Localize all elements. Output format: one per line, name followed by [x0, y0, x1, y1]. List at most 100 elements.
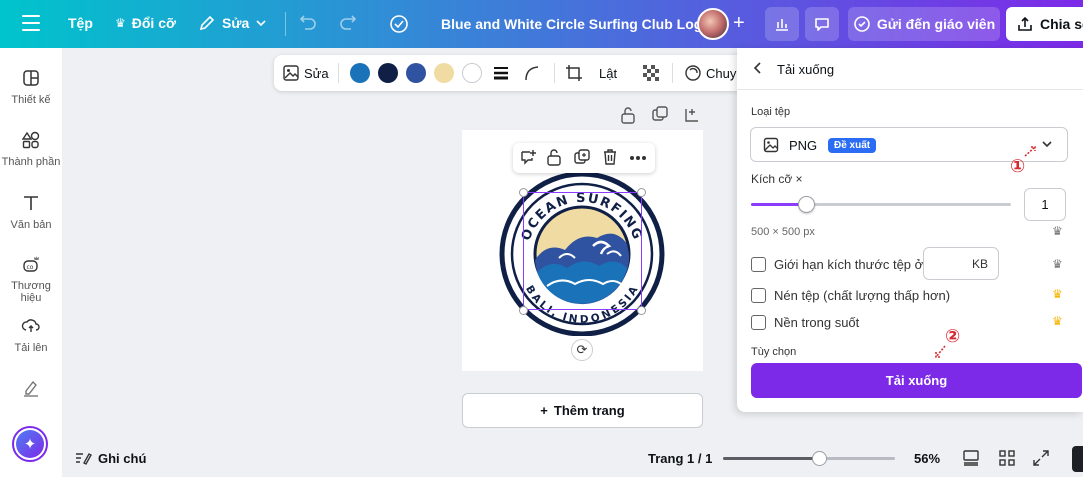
sidebar-item-label: Thương hiệu: [11, 280, 51, 304]
draw-icon: [24, 380, 38, 397]
kb-input[interactable]: KB: [923, 247, 999, 280]
rotate-handle[interactable]: ⟳: [571, 339, 593, 361]
limit-size-label: Giới hạn kích thước tệp ở: [774, 257, 924, 272]
file-menu[interactable]: Tệp: [68, 15, 93, 31]
divider: [285, 12, 286, 36]
trash-icon[interactable]: [602, 148, 618, 166]
compress-option[interactable]: Nén tệp (chất lượng thấp hơn): [751, 288, 950, 303]
pencil-icon: [199, 15, 215, 31]
fullscreen-icon[interactable]: [1032, 449, 1050, 467]
annotation-arrow-icon: [935, 345, 946, 358]
transparency-icon[interactable]: [642, 64, 660, 82]
color-swatch[interactable]: [350, 63, 370, 83]
color-swatch[interactable]: [462, 63, 482, 83]
save-status-button[interactable]: [388, 13, 410, 38]
line-weight-icon[interactable]: [493, 65, 509, 81]
comment-add-icon[interactable]: [519, 148, 537, 166]
avatar[interactable]: [697, 8, 729, 40]
add-collaborator-button[interactable]: +: [733, 12, 745, 35]
grid-view-icon[interactable]: [998, 449, 1016, 467]
more-options-icon[interactable]: [629, 155, 647, 161]
redo-button[interactable]: [338, 14, 358, 37]
svg-text:co: co: [27, 264, 34, 271]
download-button[interactable]: Tải xuống: [751, 363, 1082, 398]
help-button[interactable]: [1072, 446, 1083, 472]
limit-size-option[interactable]: Giới hạn kích thước tệp ở: [751, 257, 923, 272]
sidebar-item-brand[interactable]: co Thương hiệu: [0, 254, 62, 304]
element-toolbar: [513, 143, 655, 173]
zoom-slider[interactable]: [723, 451, 895, 466]
page-indicator[interactable]: Trang 1 / 1: [648, 451, 712, 466]
upload-icon: [21, 319, 40, 332]
sidebar-item-text[interactable]: Văn bản: [0, 193, 62, 231]
notes-button[interactable]: Ghi chú: [74, 450, 146, 466]
resize-handle[interactable]: [637, 188, 646, 197]
transparent-bg-option[interactable]: Nền trong suốt: [751, 315, 859, 330]
rotate-icon: ⟳: [576, 342, 588, 357]
corner-rounding-icon[interactable]: [523, 64, 541, 82]
resize-menu[interactable]: ♛ Đổi cỡ: [115, 15, 176, 31]
sidebar-item-label: Tải lên: [14, 342, 48, 354]
size-slider-knob[interactable]: [797, 196, 815, 213]
send-to-teacher-button[interactable]: Gửi đến giáo viên: [848, 7, 1000, 41]
lock-icon[interactable]: [546, 148, 562, 166]
magic-assistant-button[interactable]: ✦: [12, 426, 48, 462]
resize-handle[interactable]: [519, 188, 528, 197]
edit-image-button[interactable]: Sửa: [304, 66, 329, 81]
download-panel: Tải xuống Loại tệp PNG Đề xuất ① Kích cỡ…: [737, 48, 1083, 412]
back-icon[interactable]: [751, 61, 765, 75]
chevron-down-icon: [256, 20, 266, 27]
color-swatch[interactable]: [406, 63, 426, 83]
lock-icon[interactable]: [620, 106, 636, 124]
left-sidebar: Thiết kế Thành phần Văn bản co Thương hi…: [0, 48, 62, 477]
flip-button[interactable]: Lật: [599, 66, 617, 81]
notes-label: Ghi chú: [98, 450, 147, 466]
crop-icon[interactable]: [565, 64, 583, 82]
color-swatch[interactable]: [378, 63, 398, 83]
design-title[interactable]: Blue and White Circle Surfing Club Logo: [441, 16, 711, 32]
brand-icon: co: [23, 256, 39, 272]
duplicate-page-icon[interactable]: [652, 106, 668, 124]
kb-unit-label: KB: [971, 257, 988, 271]
add-page-icon[interactable]: [683, 106, 699, 124]
undo-button[interactable]: [298, 14, 318, 37]
sidebar-item-draw[interactable]: [0, 378, 62, 404]
add-page-button[interactable]: + Thêm trang: [462, 393, 703, 428]
comments-button[interactable]: [805, 7, 839, 41]
panel-header: Tải xuống: [737, 48, 1083, 90]
sidebar-item-elements[interactable]: Thành phần: [0, 130, 62, 168]
annotation-marker-1: ①: [1010, 156, 1026, 176]
edit-menu[interactable]: Sửa: [198, 14, 267, 32]
zoom-level[interactable]: 56%: [914, 451, 940, 466]
options-label: Tùy chọn: [751, 346, 797, 358]
limit-size-checkbox[interactable]: [751, 257, 766, 272]
transparent-bg-checkbox[interactable]: [751, 315, 766, 330]
size-input[interactable]: 1: [1024, 188, 1066, 221]
crown-icon: ♛: [115, 16, 126, 30]
page-view-icon[interactable]: [962, 449, 980, 467]
sidebar-item-design[interactable]: Thiết kế: [0, 68, 62, 106]
convert-icon: [685, 65, 701, 81]
layout-icon: [23, 70, 39, 86]
sparkle-icon: ✦: [16, 430, 44, 458]
text-icon: [24, 196, 38, 210]
share-button[interactable]: Chia sẻ: [1006, 7, 1083, 41]
insights-button[interactable]: [765, 7, 799, 41]
dimensions-text: 500 × 500 px: [751, 226, 815, 238]
file-menu-label: Tệp: [68, 15, 93, 31]
size-slider[interactable]: [751, 196, 1011, 213]
sidebar-item-label: Văn bản: [10, 219, 52, 231]
sidebar-item-uploads[interactable]: Tải lên: [0, 316, 62, 354]
image-icon: [763, 137, 779, 153]
selection-box: [523, 192, 642, 310]
resize-handle[interactable]: [637, 306, 646, 315]
zoom-slider-knob[interactable]: [812, 451, 828, 466]
crown-icon: ♛: [1052, 257, 1063, 271]
top-bar: Tệp ♛ Đổi cỡ Sửa Blue and White Circle S…: [0, 0, 1083, 48]
compress-checkbox[interactable]: [751, 288, 766, 303]
plus-icon: +: [540, 403, 548, 418]
resize-handle[interactable]: [519, 306, 528, 315]
menu-icon[interactable]: [22, 15, 40, 33]
color-swatch[interactable]: [434, 63, 454, 83]
duplicate-icon[interactable]: [574, 149, 591, 166]
